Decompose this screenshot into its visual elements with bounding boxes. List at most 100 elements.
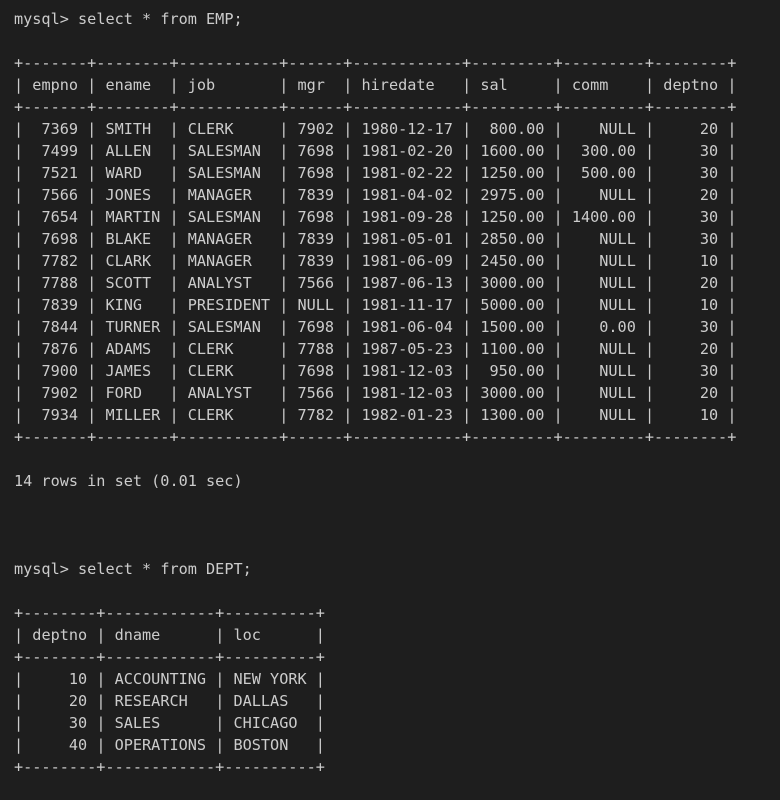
cell-ename: JAMES <box>105 362 161 380</box>
table-header-row: | empno | ename | job | mgr | hiredate |… <box>14 76 737 94</box>
column-header-hiredate: hiredate <box>361 76 453 94</box>
cell-sal: 1250.00 <box>480 208 545 226</box>
cell-ename: WARD <box>105 164 161 182</box>
cell-sal: 2850.00 <box>480 230 545 248</box>
column-header-ename: ename <box>105 76 161 94</box>
table-row: | 7844 | TURNER | SALESMAN | 7698 | 1981… <box>14 318 737 336</box>
column-header-job: job <box>187 76 271 94</box>
sql-command: select * from DEPT; <box>78 560 252 578</box>
cell-mgr: 7839 <box>297 186 335 204</box>
cell-deptno: 30 <box>663 318 719 336</box>
cell-sal: 2975.00 <box>480 186 545 204</box>
cell-empno: 7876 <box>32 340 79 358</box>
cell-empno: 7900 <box>32 362 79 380</box>
cell-mgr: NULL <box>297 296 335 314</box>
cell-comm: NULL <box>571 340 636 358</box>
cell-hiredate: 1987-05-23 <box>361 340 453 358</box>
cell-deptno: 30 <box>663 142 719 160</box>
table-border: +--------+------------+----------+ <box>14 758 325 776</box>
cell-job: CLERK <box>187 340 271 358</box>
cell-mgr: 7839 <box>297 252 335 270</box>
cell-comm: NULL <box>571 406 636 424</box>
cell-sal: 950.00 <box>480 362 545 380</box>
cell-hiredate: 1987-06-13 <box>361 274 453 292</box>
table-row: | 7782 | CLARK | MANAGER | 7839 | 1981-0… <box>14 252 737 270</box>
cell-sal: 5000.00 <box>480 296 545 314</box>
table-row: | 20 | RESEARCH | DALLAS | <box>14 692 325 710</box>
cell-empno: 7499 <box>32 142 79 160</box>
column-header-dname: dname <box>114 626 207 644</box>
cell-hiredate: 1981-06-09 <box>361 252 453 270</box>
cell-empno: 7369 <box>32 120 79 138</box>
cell-mgr: 7902 <box>297 120 335 138</box>
table-border: +-------+--------+-----------+------+---… <box>14 428 737 446</box>
table-row: | 7654 | MARTIN | SALESMAN | 7698 | 1981… <box>14 208 737 226</box>
cell-mgr: 7698 <box>297 208 335 226</box>
table-row: | 7369 | SMITH | CLERK | 7902 | 1980-12-… <box>14 120 737 138</box>
cell-sal: 1600.00 <box>480 142 545 160</box>
cell-empno: 7782 <box>32 252 79 270</box>
cell-empno: 7844 <box>32 318 79 336</box>
cell-hiredate: 1980-12-17 <box>361 120 453 138</box>
terminal-output[interactable]: mysql> select * from EMP; +-------+-----… <box>14 8 736 800</box>
cell-empno: 7521 <box>32 164 79 182</box>
cell-sal: 3000.00 <box>480 274 545 292</box>
table-row: | 7788 | SCOTT | ANALYST | 7566 | 1987-0… <box>14 274 737 292</box>
cell-dname: SALES <box>114 714 207 732</box>
cell-deptno: 30 <box>663 164 719 182</box>
cell-comm: NULL <box>571 362 636 380</box>
cell-comm: NULL <box>571 120 636 138</box>
cell-empno: 7698 <box>32 230 79 248</box>
column-header-mgr: mgr <box>297 76 335 94</box>
prompt-line-dept: mysql> select * from DEPT; <box>14 558 736 580</box>
cell-hiredate: 1982-01-23 <box>361 406 453 424</box>
cell-mgr: 7788 <box>297 340 335 358</box>
cell-deptno: 10 <box>32 670 88 688</box>
table-border: +--------+------------+----------+ <box>14 604 325 622</box>
table-header-row: | deptno | dname | loc | <box>14 626 325 644</box>
cell-deptno: 40 <box>32 736 88 754</box>
cell-ename: MARTIN <box>105 208 161 226</box>
cell-empno: 7654 <box>32 208 79 226</box>
cell-loc: DALLAS <box>233 692 307 710</box>
cell-empno: 7839 <box>32 296 79 314</box>
cell-deptno: 30 <box>663 230 719 248</box>
cell-comm: 0.00 <box>571 318 636 336</box>
cell-mgr: 7839 <box>297 230 335 248</box>
cell-comm: 300.00 <box>571 142 636 160</box>
cell-deptno: 20 <box>663 384 719 402</box>
cell-deptno: 30 <box>663 208 719 226</box>
table-row: | 40 | OPERATIONS | BOSTON | <box>14 736 325 754</box>
cell-ename: KING <box>105 296 161 314</box>
column-header-deptno: deptno <box>663 76 719 94</box>
cell-sal: 1100.00 <box>480 340 545 358</box>
cell-sal: 800.00 <box>480 120 545 138</box>
table-row: | 30 | SALES | CHICAGO | <box>14 714 325 732</box>
cell-job: MANAGER <box>187 230 271 248</box>
cell-comm: NULL <box>571 186 636 204</box>
cell-empno: 7566 <box>32 186 79 204</box>
sql-command: select * from EMP; <box>78 10 243 28</box>
cell-job: SALESMAN <box>187 164 271 182</box>
table-row: | 7900 | JAMES | CLERK | 7698 | 1981-12-… <box>14 362 737 380</box>
cell-mgr: 7782 <box>297 406 335 424</box>
prompt-line-emp: mysql> select * from EMP; <box>14 8 736 30</box>
cell-comm: NULL <box>571 274 636 292</box>
mysql-prompt: mysql> <box>14 560 69 578</box>
table-border: +--------+------------+----------+ <box>14 648 325 666</box>
cell-job: CLERK <box>187 120 271 138</box>
cell-hiredate: 1981-11-17 <box>361 296 453 314</box>
column-header-loc: loc <box>233 626 307 644</box>
cell-sal: 3000.00 <box>480 384 545 402</box>
cell-ename: TURNER <box>105 318 161 336</box>
dept-result-table: +--------+------------+----------+ | dept… <box>14 602 736 778</box>
cell-mgr: 7698 <box>297 164 335 182</box>
cell-loc: BOSTON <box>233 736 307 754</box>
cell-job: SALESMAN <box>187 142 271 160</box>
table-border: +-------+--------+-----------+------+---… <box>14 98 737 116</box>
cell-job: CLERK <box>187 406 271 424</box>
cell-mgr: 7698 <box>297 318 335 336</box>
cell-dname: OPERATIONS <box>114 736 207 754</box>
cell-sal: 1250.00 <box>480 164 545 182</box>
